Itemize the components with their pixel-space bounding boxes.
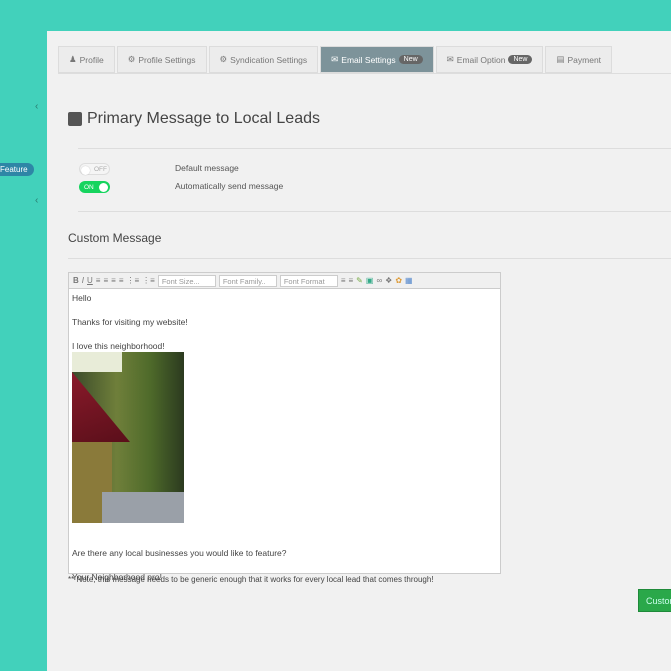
tab-profile[interactable]: ♟ Profile (58, 46, 115, 73)
chevron-left-icon[interactable]: ‹ (35, 101, 38, 112)
custom-message-heading: Custom Message (68, 231, 162, 245)
tab-email-option[interactable]: ✉ Email Option New (435, 46, 544, 73)
new-badge: New (398, 55, 423, 64)
align-right-icon[interactable]: ≡ (111, 276, 116, 285)
link-icon[interactable]: ∞ (376, 276, 382, 285)
gear-icon: ⚙ (219, 54, 228, 64)
feature-badge[interactable]: Feature (0, 163, 34, 176)
align-center-icon[interactable]: ≡ (103, 276, 108, 285)
bold-button[interactable]: B (73, 276, 79, 285)
gear-icon: ⚙ (127, 54, 136, 64)
unordered-list-icon[interactable]: ⋮≡ (142, 276, 155, 285)
envelope-icon: ✉ (331, 54, 339, 64)
sidebar (0, 31, 47, 671)
divider (78, 148, 671, 149)
tab-email-settings[interactable]: ✉ Email Settings New (320, 46, 434, 73)
divider (58, 73, 671, 74)
font-size-select[interactable]: Font Size... (157, 274, 216, 287)
auto-send-label: Automatically send message (175, 181, 284, 191)
page-title: Primary Message to Local Leads (68, 110, 320, 128)
color-palette-icon[interactable]: ✿ (395, 276, 402, 285)
square-icon (68, 112, 82, 126)
underline-button[interactable]: U (87, 276, 93, 285)
custom-submit-button[interactable]: Custom (638, 589, 671, 612)
ordered-list-icon[interactable]: ⋮≡ (126, 276, 139, 285)
italic-button[interactable]: I (82, 276, 84, 285)
default-message-toggle[interactable]: OFF (79, 163, 110, 175)
rich-text-editor[interactable]: B I U ≡ ≡ ≡ ≡ ⋮≡ ⋮≡ Font Size... Font Fa… (68, 272, 501, 582)
divider (78, 211, 671, 212)
indent-icon[interactable]: ≡ (341, 276, 346, 285)
envelope-icon: ✉ (446, 54, 454, 64)
outdent-icon[interactable]: ≡ (349, 276, 354, 285)
user-icon: ♟ (69, 54, 77, 64)
top-bar (0, 0, 671, 31)
unlink-icon[interactable]: ❖ (385, 276, 392, 285)
note-text: ** Note, this message needs to be generi… (68, 575, 434, 584)
editor-content[interactable]: Hello Thanks for visiting my website! I … (69, 289, 500, 586)
tab-syndication-settings[interactable]: ⚙ Syndication Settings (208, 46, 319, 73)
font-format-select[interactable]: Font Format (279, 274, 338, 287)
credit-card-icon: ▤ (556, 54, 565, 64)
neighborhood-street-image (72, 352, 184, 523)
tab-payment[interactable]: ▤ Payment (545, 46, 613, 73)
divider (68, 258, 671, 259)
align-left-icon[interactable]: ≡ (96, 276, 101, 285)
chevron-left-icon[interactable]: ‹ (35, 195, 38, 206)
tab-profile-settings[interactable]: ⚙ Profile Settings (116, 46, 207, 73)
tab-bar: ♟ Profile ⚙ Profile Settings ⚙ Syndication … (58, 46, 613, 73)
auto-send-toggle[interactable]: ON (79, 181, 110, 193)
default-message-label: Default message (175, 163, 239, 173)
font-family-select[interactable]: Font Family.. (218, 274, 277, 287)
new-badge: New (508, 55, 533, 64)
html-source-icon[interactable]: ▦ (405, 276, 413, 285)
insert-image-icon[interactable]: ▣ (366, 276, 374, 285)
editor-toolbar: B I U ≡ ≡ ≡ ≡ ⋮≡ ⋮≡ Font Size... Font Fa… (69, 273, 500, 289)
edit-icon[interactable]: ✎ (356, 276, 363, 285)
justify-icon[interactable]: ≡ (119, 276, 124, 285)
